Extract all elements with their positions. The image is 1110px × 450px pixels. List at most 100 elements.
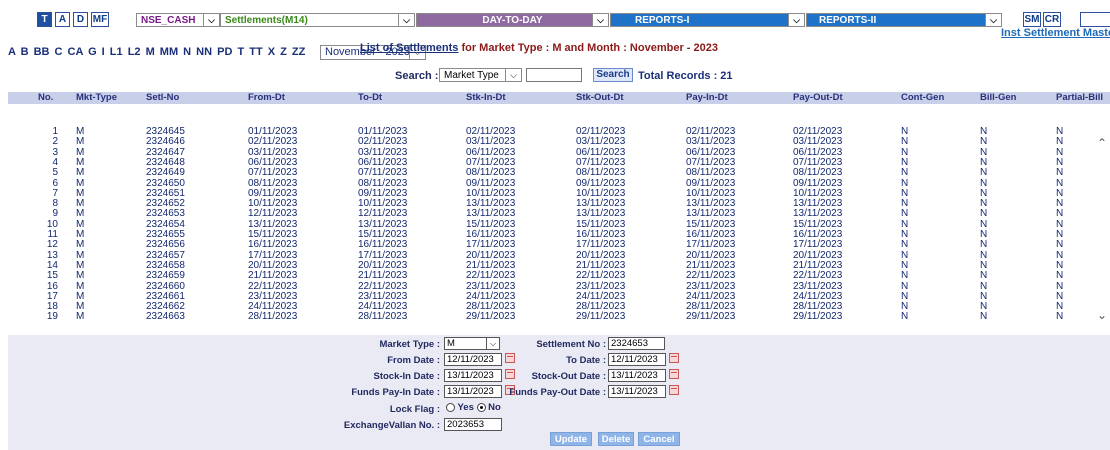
chevron-down-icon: ⌵ [505,69,521,81]
lock-no-radio[interactable] [476,402,486,412]
column-header[interactable]: Stk-Out-Dt [576,92,624,104]
to-date-label: To Date : [566,355,606,366]
lock-flag-group: Yes No [446,402,501,413]
table-cell: 28/11/2023 [358,311,408,323]
column-header[interactable]: Pay-In-Dt [686,92,728,104]
table-cell: N [1056,249,1064,261]
table-cell: N [1056,208,1064,220]
table-cell: 2324650 [146,177,185,189]
search-field-select[interactable]: Market Type ⌵ [439,68,522,82]
table-row[interactable]: 5 M 2324649 07/11/2023 07/11/2023 08/11/2023 0… [8,168,1110,178]
exchange-select[interactable]: NSE_CASH ⌵ [136,13,220,27]
from-date-label: From Date : [387,355,440,366]
market-type-letters[interactable]: A B BB C CA G I L1 L2 M MM N NN PD T TT … [8,46,305,58]
lock-yes-radio[interactable] [446,402,455,412]
table-cell: N [1056,280,1064,292]
cancel-button[interactable]: Cancel [638,432,680,446]
table-cell: 16 [46,280,58,292]
table-cell: N [901,239,909,251]
cr-button[interactable]: CR [1043,12,1061,27]
table-cell: 21/11/2023 [248,270,298,282]
top-button-t[interactable]: T [37,12,52,27]
top-button-a[interactable]: A [55,12,70,27]
table-cell: N [980,177,988,189]
stock-out-input[interactable]: 13/11/2023 [608,369,666,382]
table-cell: 23/11/2023 [793,280,843,292]
top-right-input[interactable] [1080,12,1110,27]
table-cell: N [980,167,988,179]
column-header[interactable]: Cont-Gen [901,92,944,104]
table-cell: N [901,136,909,148]
day-to-day-menu[interactable]: DAY-TO-DAY ⌵ [416,13,609,27]
page-title-suffix: for Market Type : M and Month : November… [458,42,718,54]
settlement-no-input[interactable]: 2324653 [608,337,665,350]
settlement-select[interactable]: Settlements(M14) ⌵ [220,13,415,27]
day-to-day-label: DAY-TO-DAY [482,15,543,26]
column-header[interactable]: No. [38,92,53,104]
update-button[interactable]: Update [550,432,592,446]
table-cell: N [980,280,988,292]
scroll-down-icon[interactable]: ⌄ [1097,308,1107,322]
column-header[interactable]: Partial-Bill [1056,92,1103,104]
reports-1-label: REPORTS-I [635,15,690,26]
table-cell: 16/11/2023 [248,239,298,251]
table-cell: 07/11/2023 [358,167,408,179]
table-header: No. Mkt-Type Setl-No From-Dt To-Dt Stk-In-Dt S… [8,92,1110,104]
table-row[interactable]: 9 M 2324653 12/11/2023 12/11/2023 13/11/2023 1… [8,209,1110,219]
column-header[interactable]: Stk-In-Dt [466,92,506,104]
stock-in-input[interactable]: 13/11/2023 [444,369,502,382]
sm-button[interactable]: SM [1023,12,1041,27]
table-row[interactable]: 6 M 2324650 08/11/2023 08/11/2023 09/11/2023 0… [8,177,1110,189]
table-cell: N [901,208,909,220]
calendar-icon[interactable] [669,369,679,379]
column-header[interactable]: To-Dt [358,92,382,104]
funds-payout-input[interactable]: 13/11/2023 [608,385,666,398]
calendar-icon[interactable] [669,385,679,395]
table-cell: M [76,136,85,148]
table-cell: 28/11/2023 [248,311,298,323]
scroll-up-icon[interactable]: ⌃ [1097,136,1107,150]
funds-payin-label: Funds Pay-In Date : [351,387,440,398]
table-cell: M [76,167,85,179]
table-cell: 13/11/2023 [686,208,736,220]
to-date-input[interactable]: 12/11/2023 [608,353,666,366]
column-header[interactable]: From-Dt [248,92,285,104]
table-cell: 13/11/2023 [576,208,626,220]
table-row[interactable]: 19 M 2324663 28/11/2023 28/11/2023 29/11/2023… [8,312,1110,322]
table-cell: 29/11/2023 [793,311,843,323]
table-cell: 19 [46,311,58,323]
column-header[interactable]: Mkt-Type [76,92,117,104]
column-header[interactable]: Bill-Gen [980,92,1016,104]
table-cell: 12/11/2023 [358,208,408,220]
top-button-d[interactable]: D [73,12,88,27]
delete-button[interactable]: Delete [598,432,634,446]
table-cell: N [1056,187,1064,199]
settlement-no-label: Settlement No : [536,339,606,350]
column-header[interactable]: Pay-Out-Dt [793,92,843,104]
table-cell: 02/11/2023 [358,136,408,148]
table-cell: 08/11/2023 [793,167,843,179]
vallan-input[interactable]: 2023653 [444,418,502,431]
table-row[interactable]: 12 M 2324656 16/11/2023 16/11/2023 17/11/2023… [8,240,1110,250]
reports-2-menu[interactable]: REPORTS-II ⌵ [806,13,1002,27]
column-header[interactable]: Setl-No [146,92,179,104]
table-row[interactable]: 15 M 2324659 21/11/2023 21/11/2023 22/11/2023… [8,271,1110,281]
table-cell: 22/11/2023 [358,280,408,292]
table-cell: 17/11/2023 [686,239,736,251]
reports-1-menu[interactable]: REPORTS-I ⌵ [610,13,805,27]
market-type-select[interactable]: M ⌵ [444,337,500,350]
table-row[interactable]: 2 M 2324646 02/11/2023 02/11/2023 03/11/2023 0… [8,137,1110,147]
top-button-mf[interactable]: MF [91,12,109,27]
table-cell: N [980,136,988,148]
search-input[interactable] [526,68,582,82]
calendar-icon[interactable] [669,353,679,363]
funds-payin-input[interactable]: 13/11/2023 [444,385,502,398]
table-cell: 17/11/2023 [576,239,626,251]
search-button[interactable]: Search [593,68,633,82]
from-date-input[interactable]: 12/11/2023 [444,353,502,366]
inst-settlement-master-link[interactable]: Inst Settlement Maste [1001,27,1110,39]
table-cell: 17/11/2023 [793,239,843,251]
table-cell: 29/11/2023 [466,311,516,323]
table-cell: 5 [52,167,58,179]
table-row[interactable]: 16 M 2324660 22/11/2023 22/11/2023 23/11/2023… [8,280,1110,292]
